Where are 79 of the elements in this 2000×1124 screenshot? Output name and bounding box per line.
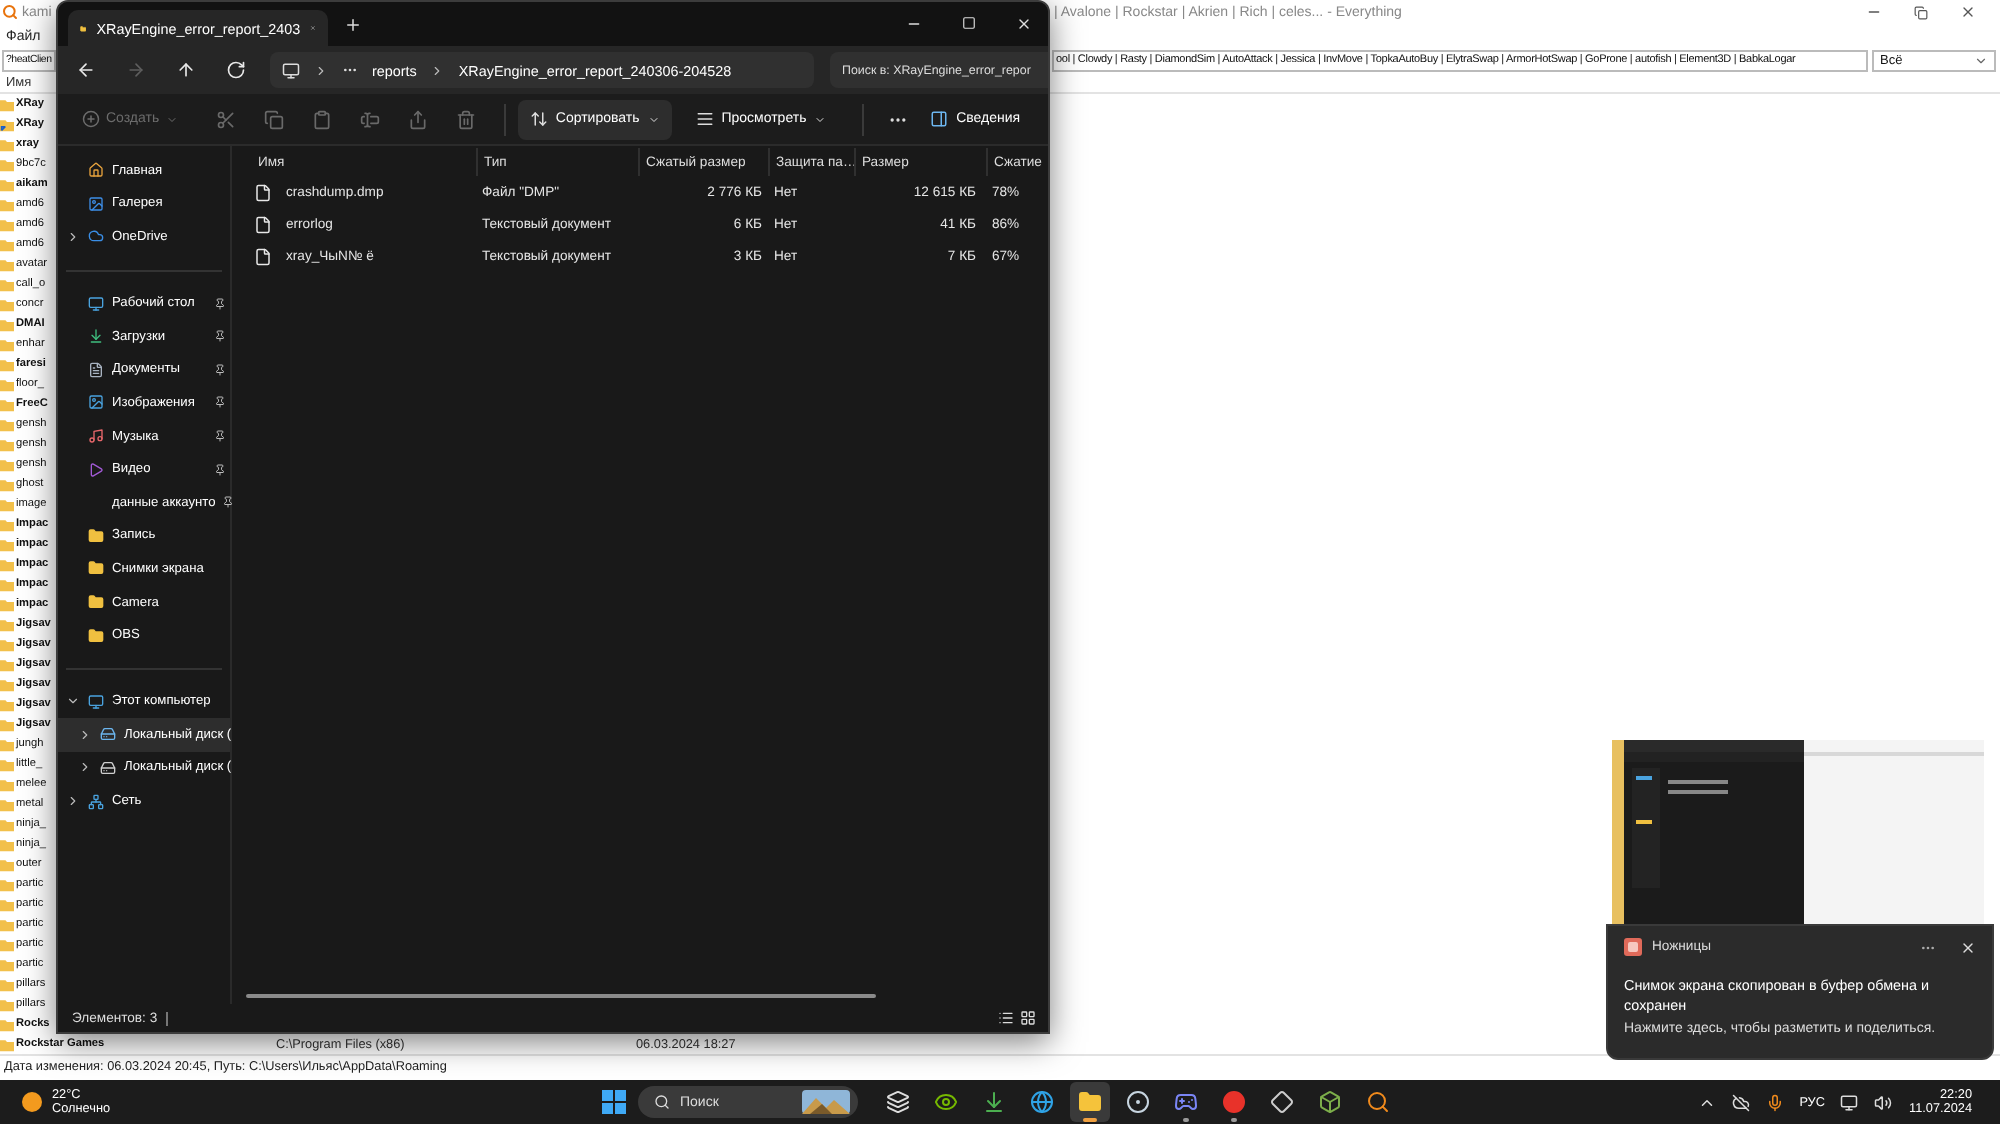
folder-icon: [1078, 1090, 1102, 1114]
drive-icon: [99, 726, 115, 743]
close-icon[interactable]: [1960, 4, 1976, 20]
drive-icon: [99, 759, 115, 776]
scrollbar[interactable]: [246, 994, 876, 998]
panel-icon: [930, 110, 949, 128]
scissors-icon: [216, 109, 237, 129]
back-icon: [76, 60, 96, 80]
plus-icon: [343, 15, 361, 33]
file-icon: [254, 216, 272, 234]
search-icon: [654, 1094, 670, 1110]
home-icon: [87, 162, 103, 179]
monitor-icon: [87, 295, 103, 312]
app-icon: [1624, 938, 1642, 956]
download-icon: [982, 1090, 1006, 1114]
lines-icon: [695, 110, 714, 128]
monitor-icon: [282, 61, 300, 79]
copy-icon: [263, 109, 284, 129]
chevron-down-icon: [647, 113, 660, 125]
microphone-icon[interactable]: [1765, 1093, 1784, 1111]
folder-icon: [87, 560, 103, 577]
sort-arrows-icon: [529, 110, 548, 128]
image-icon: [87, 195, 103, 212]
monitor-icon: [87, 693, 103, 710]
maximize-icon[interactable]: [962, 16, 976, 30]
chevron-right-icon[interactable]: [77, 727, 91, 742]
list-view-icon[interactable]: [998, 1010, 1014, 1026]
start-icon[interactable]: [602, 1090, 626, 1114]
taskbar-button[interactable]: [1070, 1082, 1110, 1122]
chevron-right-icon: [314, 63, 328, 77]
trash-icon: [455, 109, 475, 129]
eye-icon: [934, 1090, 958, 1114]
grid-view-icon[interactable]: [1020, 1010, 1036, 1026]
chevron-right-icon[interactable]: [65, 794, 79, 809]
diamond-icon: [1270, 1090, 1294, 1114]
play-icon: [87, 461, 103, 478]
stacked-squares-icon: [886, 1090, 910, 1114]
download-icon: [87, 328, 103, 345]
cube-icon: [1318, 1090, 1342, 1114]
forward-icon: [126, 60, 146, 80]
search-icon: [1366, 1090, 1390, 1114]
gamepad-icon: [1174, 1090, 1198, 1114]
clipboard-icon: [311, 109, 332, 129]
music-icon: [87, 428, 103, 445]
search-icon: [2, 4, 18, 20]
chevron-right-icon: [430, 63, 445, 77]
folder-icon: [87, 527, 103, 544]
document-icon: [87, 361, 103, 378]
file-icon: [254, 184, 272, 202]
running-indicator: [1231, 1118, 1237, 1122]
share-icon: [407, 109, 428, 129]
circle-dot-icon: [1126, 1090, 1150, 1114]
chevron-down-icon: [1974, 53, 1988, 67]
globe-icon: [1030, 1090, 1054, 1114]
running-indicator: [1083, 1118, 1097, 1122]
chevron-right-icon[interactable]: [65, 229, 79, 244]
image-icon: [87, 394, 103, 411]
file-icon: [254, 248, 272, 266]
chevron-down-icon: [814, 113, 827, 125]
running-indicator: [1183, 1118, 1189, 1122]
folder-icon: [87, 627, 103, 644]
plus-circle-icon: [82, 110, 100, 128]
restore-icon[interactable]: [1914, 5, 1928, 19]
monitor-icon[interactable]: [1840, 1093, 1859, 1111]
up-arrow-icon: [176, 60, 196, 80]
network-icon: [87, 793, 103, 810]
folder-icon: [87, 594, 103, 611]
sun-icon[interactable]: [22, 1092, 42, 1112]
folder-icon: [0, 97, 14, 111]
refresh-icon: [226, 60, 246, 80]
cloud-icon: [87, 228, 103, 245]
text-cursor-icon: [359, 109, 380, 129]
chevron-right-icon[interactable]: [77, 760, 91, 775]
chevron-down-icon[interactable]: [65, 694, 79, 709]
folder-shortcut-icon: [0, 117, 14, 131]
speaker-icon[interactable]: [1874, 1093, 1893, 1111]
cloud-off-icon[interactable]: [1731, 1093, 1750, 1111]
chevron-down-icon: [165, 113, 178, 125]
circle-icon: [1222, 1090, 1246, 1114]
